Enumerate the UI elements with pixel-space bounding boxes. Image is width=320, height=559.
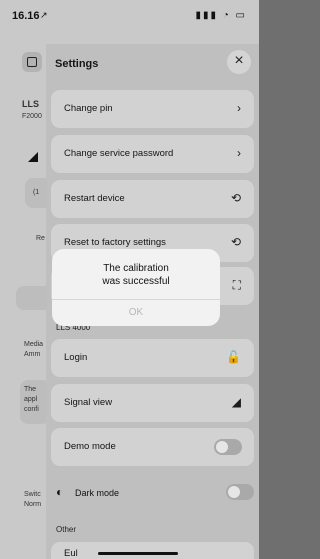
home-indicator	[98, 552, 178, 555]
settings-item-label: Demo mode	[64, 441, 116, 452]
toggle-knob	[216, 441, 228, 453]
settings-item-label: Eul	[64, 548, 78, 559]
settings-item-label: Change service password	[64, 148, 174, 159]
switch-value: Norm	[24, 501, 42, 508]
chevron-right-icon: ›	[237, 101, 241, 115]
settings-item-label: Reset to factory settings	[64, 237, 166, 248]
media-value: Amm	[24, 351, 41, 358]
settings-item-signal-view[interactable]: Signal view ◢	[51, 384, 254, 422]
device-model: F2000	[22, 113, 42, 120]
close-button[interactable]: ×	[227, 50, 251, 74]
demo-mode-toggle[interactable]	[214, 439, 242, 455]
location-icon: ↗	[40, 10, 48, 20]
settings-item-label: Change pin	[64, 103, 113, 114]
settings-item-change-pin[interactable]: Change pin ›	[51, 90, 254, 128]
settings-item-restart-device[interactable]: Restart device ⟲	[51, 180, 254, 218]
unlock-icon: 🔓	[226, 350, 241, 364]
status-bar: 16.16 ↗ ▮▮▮ ◔ ▭	[0, 0, 259, 28]
dialog-message: The calibration was successful	[102, 263, 170, 287]
chevron-right-icon: ›	[237, 146, 241, 160]
status-time: 16.16	[12, 10, 40, 22]
moon-icon: ◐	[56, 485, 64, 499]
switch-label: Switc	[24, 491, 41, 498]
signal-icon: ◢	[231, 395, 241, 409]
dark-mode-toggle[interactable]	[226, 484, 254, 500]
close-icon: ×	[234, 52, 244, 69]
restart-icon: ⟲	[230, 191, 241, 205]
calibration-dialog: The calibration was successful OK	[52, 249, 220, 326]
settings-item-change-service-password[interactable]: Change service password ›	[51, 135, 254, 173]
signal-icon	[28, 152, 38, 162]
ok-button[interactable]: OK	[52, 300, 220, 326]
settings-item-login[interactable]: Login 🔓	[51, 339, 254, 377]
background-re: Re	[36, 235, 45, 242]
reset-icon: ⟲	[230, 235, 241, 249]
toggle-knob	[228, 486, 240, 498]
device-name: LLS	[22, 99, 39, 109]
dark-mode-label: Dark mode	[75, 488, 120, 498]
section-label-other: Other	[56, 525, 77, 534]
settings-item-label: Login	[64, 352, 88, 363]
media-label: Media	[24, 341, 44, 348]
settings-title: Settings	[55, 58, 99, 70]
settings-item-label: Restart device	[64, 193, 125, 204]
settings-item-other[interactable]: Eul	[51, 542, 254, 559]
logout-icon[interactable]	[22, 52, 42, 72]
settings-item-label: Signal view	[64, 397, 113, 408]
settings-item-demo-mode[interactable]: Demo mode	[51, 428, 254, 466]
scan-icon: ⛶	[232, 278, 241, 292]
status-icons: ▮▮▮ ◔ ▭	[195, 10, 247, 21]
